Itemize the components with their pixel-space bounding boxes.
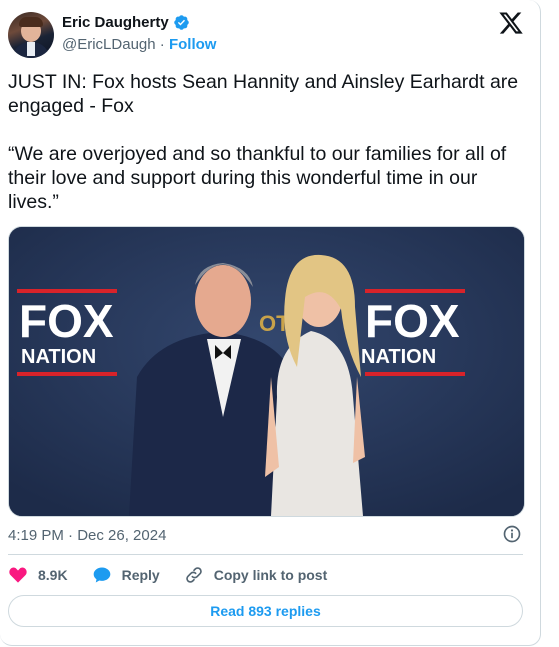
- author-handle-row: @EricLDaugh · Follow: [62, 36, 216, 53]
- tweet-embed-card: Eric Daugherty @EricLDaugh · Follow JUST…: [0, 0, 541, 646]
- svg-text:FOX: FOX: [19, 295, 114, 347]
- action-bar: 8.9K Reply Copy link to post: [8, 564, 351, 586]
- divider: [8, 554, 523, 555]
- copy-link-button[interactable]: Copy link to post: [184, 565, 328, 585]
- svg-text:FOX: FOX: [365, 295, 460, 347]
- info-icon[interactable]: [502, 524, 522, 544]
- tweet-timestamp[interactable]: 4:19 PM · Dec 26, 2024: [8, 527, 166, 544]
- follow-button[interactable]: Follow: [169, 36, 217, 53]
- tweet-photo[interactable]: FOX NATION FOX NATION OT: [8, 226, 525, 517]
- handle-separator: ·: [155, 36, 169, 53]
- tweet-text: JUST IN: Fox hosts Sean Hannity and Ains…: [8, 71, 519, 213]
- like-count: 8.9K: [38, 567, 68, 583]
- svg-text:NATION: NATION: [21, 346, 96, 368]
- author-handle[interactable]: @EricLDaugh: [62, 36, 156, 53]
- x-logo-icon[interactable]: [498, 10, 524, 36]
- link-icon: [185, 567, 202, 583]
- heart-icon: [9, 567, 27, 583]
- reply-label: Reply: [121, 567, 160, 583]
- avatar-shirt: [27, 42, 35, 56]
- read-replies-button[interactable]: Read 893 replies: [8, 595, 523, 627]
- author-name-row: Eric Daugherty: [62, 14, 190, 31]
- avatar-hair: [19, 17, 43, 27]
- author-avatar[interactable]: [8, 12, 54, 58]
- verified-badge-icon: [173, 15, 189, 30]
- like-button[interactable]: 8.9K: [8, 565, 68, 585]
- photo-illustration: FOX NATION FOX NATION OT: [9, 227, 524, 516]
- tweet-header: Eric Daugherty @EricLDaugh · Follow: [8, 8, 528, 58]
- reply-bubble-icon: [93, 567, 110, 583]
- copy-link-label: Copy link to post: [213, 567, 328, 583]
- reply-button[interactable]: Reply: [92, 565, 160, 585]
- svg-text:NATION: NATION: [361, 346, 436, 368]
- author-display-name[interactable]: Eric Daugherty: [62, 14, 169, 31]
